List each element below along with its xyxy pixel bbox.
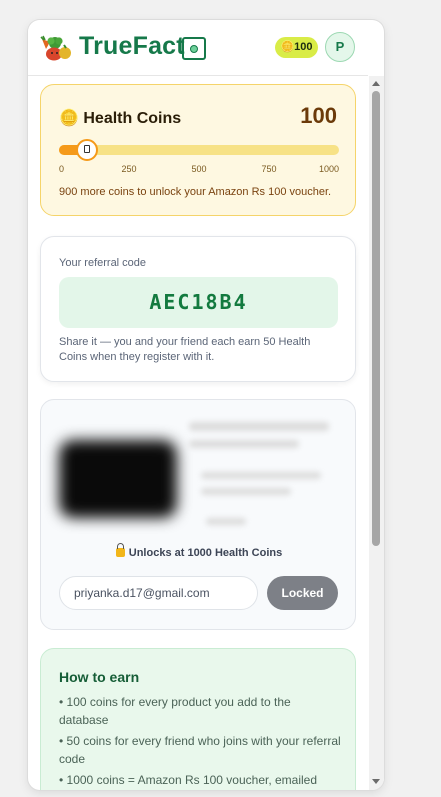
progress-lock-thumb-icon <box>76 139 98 161</box>
how-to-earn-list: • 100 coins for every product you add to… <box>59 693 341 790</box>
tick-label: 250 <box>121 164 137 174</box>
voucher-image-blurred <box>59 440 177 518</box>
header: TrueFact 🪙100 P <box>28 20 368 76</box>
lock-icon <box>115 543 125 557</box>
how-to-earn-card: How to earn • 100 coins for every produc… <box>40 648 356 790</box>
progress-tick-labels: 0 250 500 750 1000 <box>59 164 339 176</box>
referral-description: Share it — you and your friend each earn… <box>59 336 311 363</box>
locked-button[interactable]: Locked <box>267 576 338 610</box>
scroll-up-arrow-icon[interactable] <box>372 81 380 86</box>
tick-label: 1000 <box>318 164 339 174</box>
scan-frame-icon <box>182 37 206 60</box>
scroll-down-arrow-icon[interactable] <box>372 779 380 784</box>
health-coins-title: 🪙 Health Coins <box>59 110 182 127</box>
blurred-text <box>189 422 329 431</box>
blurred-text <box>189 440 299 448</box>
unlock-requirement-text: Unlocks at 1000 Health Coins <box>128 547 283 559</box>
scroll-content: 🪙 Health Coins 100 0 250 500 750 1000 90… <box>28 76 369 790</box>
referral-code[interactable]: AEC18B4 <box>59 277 338 328</box>
tick-label: 0 <box>59 164 65 174</box>
voucher-card: Unlocks at 1000 Health Coins priyanka.d1… <box>40 399 356 630</box>
tick-label: 750 <box>261 164 277 174</box>
coin-balance-badge: 🪙100 <box>275 37 318 58</box>
vertical-scrollbar[interactable] <box>369 76 384 790</box>
referral-card: Your referral code AEC18B4 Share it — yo… <box>40 236 356 382</box>
coins-remaining-message: 900 more coins to unlock your Amazon Rs … <box>59 186 332 198</box>
list-item: • 50 coins for every friend who joins wi… <box>59 734 341 766</box>
unlock-requirement: Unlocks at 1000 Health Coins <box>41 543 357 559</box>
coins-progress-bar <box>59 139 339 161</box>
health-coins-card: 🪙 Health Coins 100 0 250 500 750 1000 90… <box>40 84 356 216</box>
brand-title: TrueFact <box>79 32 185 60</box>
blurred-text <box>201 472 321 479</box>
list-item: • 100 coins for every product you add to… <box>59 695 291 727</box>
blurred-text <box>201 488 291 495</box>
list-item: • 1000 coins = Amazon Rs 100 voucher, em… <box>59 773 318 787</box>
scrollbar-thumb[interactable] <box>372 91 380 546</box>
referral-label: Your referral code <box>59 257 147 269</box>
blurred-text <box>206 518 246 525</box>
extension-popup: TrueFact 🪙100 P 🪙 Health Coins 100 0 250… <box>28 20 384 790</box>
tick-label: 500 <box>191 164 207 174</box>
user-avatar[interactable]: P <box>325 32 355 62</box>
voucher-email-input[interactable]: priyanka.d17@gmail.com <box>59 576 258 610</box>
vegetables-logo-icon <box>40 35 71 61</box>
health-coins-total: 100 <box>300 103 337 128</box>
how-to-earn-title: How to earn <box>59 669 140 685</box>
